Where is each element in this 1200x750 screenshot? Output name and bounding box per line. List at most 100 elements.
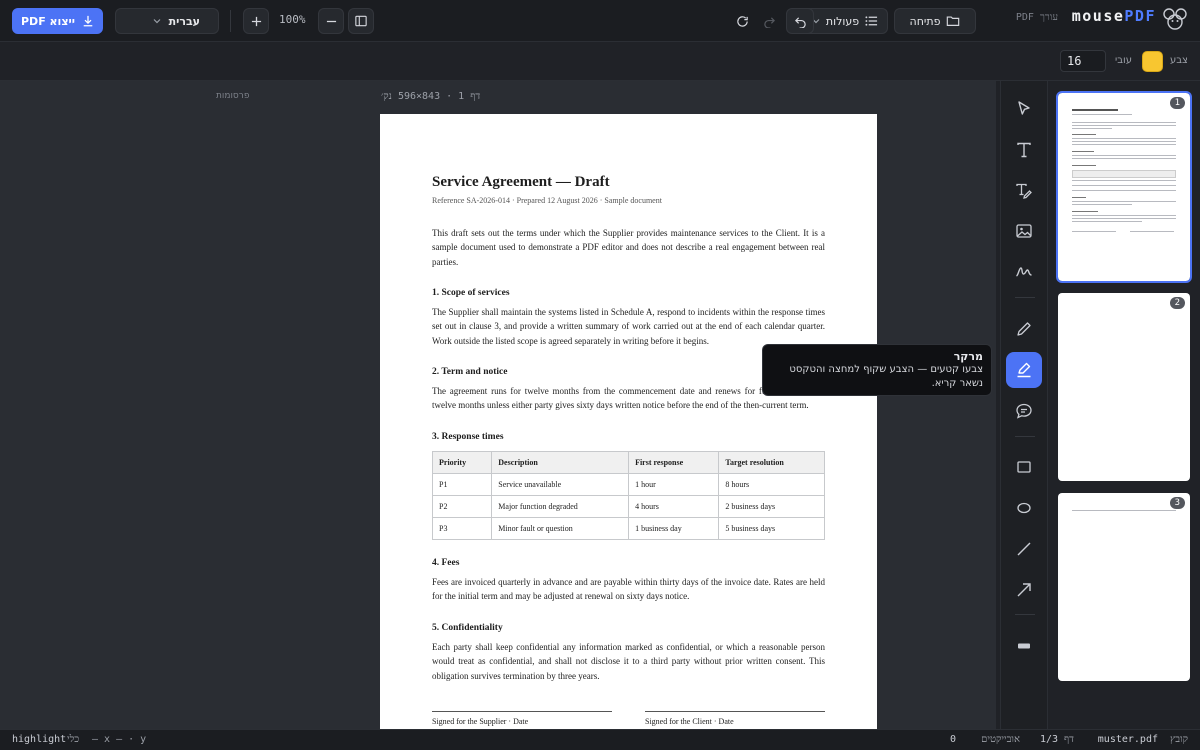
language-label: עברית — [168, 14, 200, 28]
section-heading: 5. Confidentiality — [432, 623, 503, 633]
status-objects-label: אובייקטים — [981, 734, 1020, 745]
brand-subtitle: עורך PDF — [1015, 12, 1058, 23]
actions-menu-button[interactable]: פעולות — [802, 8, 888, 34]
rail-divider — [1015, 297, 1035, 298]
table-cell: P3 — [431, 517, 493, 540]
pdf-page[interactable]: Service Agreement — Draft Reference SA-2… — [380, 114, 877, 729]
folder-icon — [947, 16, 960, 26]
table-cell: P1 — [431, 473, 493, 496]
page-thumbnail[interactable]: 1 — [1056, 91, 1192, 283]
highlighter-tool[interactable] — [1006, 352, 1042, 388]
pen-tool[interactable] — [1006, 311, 1042, 347]
status-bar: קובץ muster.pdf דף 1/3 אובייקטים 0 highl… — [0, 729, 1200, 750]
open-button[interactable]: פתיחה — [894, 8, 976, 34]
toggle-panel-button[interactable] — [348, 8, 374, 34]
ads-label: פרסומות — [216, 91, 250, 101]
arrow-tool[interactable] — [1006, 572, 1042, 608]
download-icon — [83, 15, 93, 27]
section-heading: 1. Scope of services — [432, 288, 510, 298]
highlighter-icon — [1017, 362, 1031, 378]
thickness-label: עובי — [1114, 55, 1132, 66]
response-times-table: Priority Description First response Targ… — [431, 451, 825, 540]
status-page-value: 1/3 — [1039, 734, 1058, 745]
ellipse-icon — [1017, 502, 1031, 514]
signature-tool[interactable] — [1006, 254, 1042, 290]
table-cell: Major function degraded — [491, 495, 630, 518]
document-title: Service Agreement — Draft — [432, 174, 610, 190]
tooltip-title: מרקר — [953, 350, 983, 363]
refresh-icon — [736, 15, 748, 27]
table-cell: 2 business days — [718, 495, 825, 518]
tool-tooltip: מרקר צבעו קטעים — הצבע שקוף למחצה והטקסט… — [762, 344, 992, 396]
table-cell: Minor fault or question — [491, 517, 630, 540]
page-thumbnail[interactable]: 3 — [1058, 493, 1190, 681]
signature-icon — [1016, 267, 1032, 277]
sidebar-icon — [355, 15, 367, 27]
table-header: Target resolution — [718, 451, 825, 474]
zoom-out-button[interactable] — [318, 8, 344, 34]
section-heading: 3. Response times — [432, 432, 504, 442]
status-objects-value: 0 — [949, 734, 956, 745]
thickness-input[interactable]: 16 — [1060, 50, 1106, 72]
table-header-row: Priority Description First response Targ… — [431, 451, 825, 474]
tool-rail — [1000, 81, 1048, 729]
rail-divider — [1015, 614, 1035, 615]
intro-paragraph: This draft sets out the terms under whic… — [432, 228, 825, 267]
zoom-in-button[interactable] — [243, 8, 269, 34]
export-label: ייצוא PDF — [21, 14, 75, 28]
table-header: Description — [491, 451, 630, 474]
redo-icon — [763, 16, 775, 28]
signature-line — [645, 711, 825, 712]
chevron-down-icon — [153, 19, 161, 24]
status-file-value: muster.pdf — [1097, 734, 1158, 745]
status-tool-label: כלי — [67, 734, 80, 745]
comment-icon — [1016, 403, 1032, 419]
status-tool-value: highlight — [12, 734, 67, 745]
line-icon — [1017, 542, 1031, 556]
reset-button[interactable] — [728, 8, 756, 34]
page-thumbnail[interactable]: 2 — [1058, 293, 1190, 481]
status-page-label: דף — [1064, 734, 1074, 745]
undo-button[interactable] — [786, 8, 814, 34]
table-row: P1 Service unavailable 1 hour 8 hours — [431, 473, 825, 496]
language-select[interactable]: עברית — [115, 8, 219, 34]
image-tool[interactable] — [1006, 213, 1042, 249]
redo-button[interactable] — [755, 8, 783, 34]
zoom-level: 100% — [279, 13, 306, 26]
actions-label: פעולות — [825, 14, 860, 28]
rectangle-icon — [1017, 461, 1031, 473]
thumbnail-preview — [1072, 510, 1176, 511]
edit-text-tool[interactable] — [1006, 173, 1042, 209]
table-cell: 1 business day — [628, 517, 720, 540]
text-tool[interactable] — [1006, 132, 1042, 168]
mouse-logo-icon — [1163, 8, 1187, 30]
table-header: Priority — [431, 451, 493, 474]
table-cell: P2 — [431, 495, 493, 518]
table-cell: Service unavailable — [491, 473, 630, 496]
export-pdf-button[interactable]: ייצוא PDF — [12, 8, 103, 34]
table-row: P2 Major function degraded 4 hours 2 bus… — [431, 495, 825, 518]
rectangle-tool[interactable] — [1006, 449, 1042, 485]
comment-tool[interactable] — [1006, 393, 1042, 429]
document-canvas[interactable]: פרסומות דף 1 · 843×596 נק׳ Service Agree… — [0, 81, 996, 729]
toolbar-divider — [230, 10, 231, 32]
minus-icon — [326, 20, 336, 22]
thumbnail-number: 2 — [1169, 297, 1185, 309]
color-swatch[interactable] — [1142, 51, 1163, 72]
thickness-value: 16 — [1067, 54, 1082, 68]
table-cell: 8 hours — [718, 473, 825, 496]
section-paragraph: Fees are invoiced quarterly in advance a… — [432, 577, 825, 602]
image-icon — [1016, 224, 1032, 238]
section-heading: 2. Term and notice — [432, 367, 508, 377]
ellipse-tool[interactable] — [1006, 490, 1042, 526]
signature-label: Signed for the Supplier · Date — [432, 717, 529, 726]
table-cell: 1 hour — [628, 473, 720, 496]
color-label: צבע — [1170, 55, 1188, 66]
document-subtitle: Reference SA-2026-014 · Prepared 12 Augu… — [432, 196, 662, 205]
redact-tool[interactable] — [1006, 628, 1042, 664]
line-tool[interactable] — [1006, 531, 1042, 567]
arrow-icon — [1017, 583, 1031, 597]
select-tool[interactable] — [1006, 91, 1042, 127]
table-row: P3 Minor fault or question 1 business da… — [431, 517, 825, 540]
thumbnail-number: 3 — [1169, 497, 1185, 509]
